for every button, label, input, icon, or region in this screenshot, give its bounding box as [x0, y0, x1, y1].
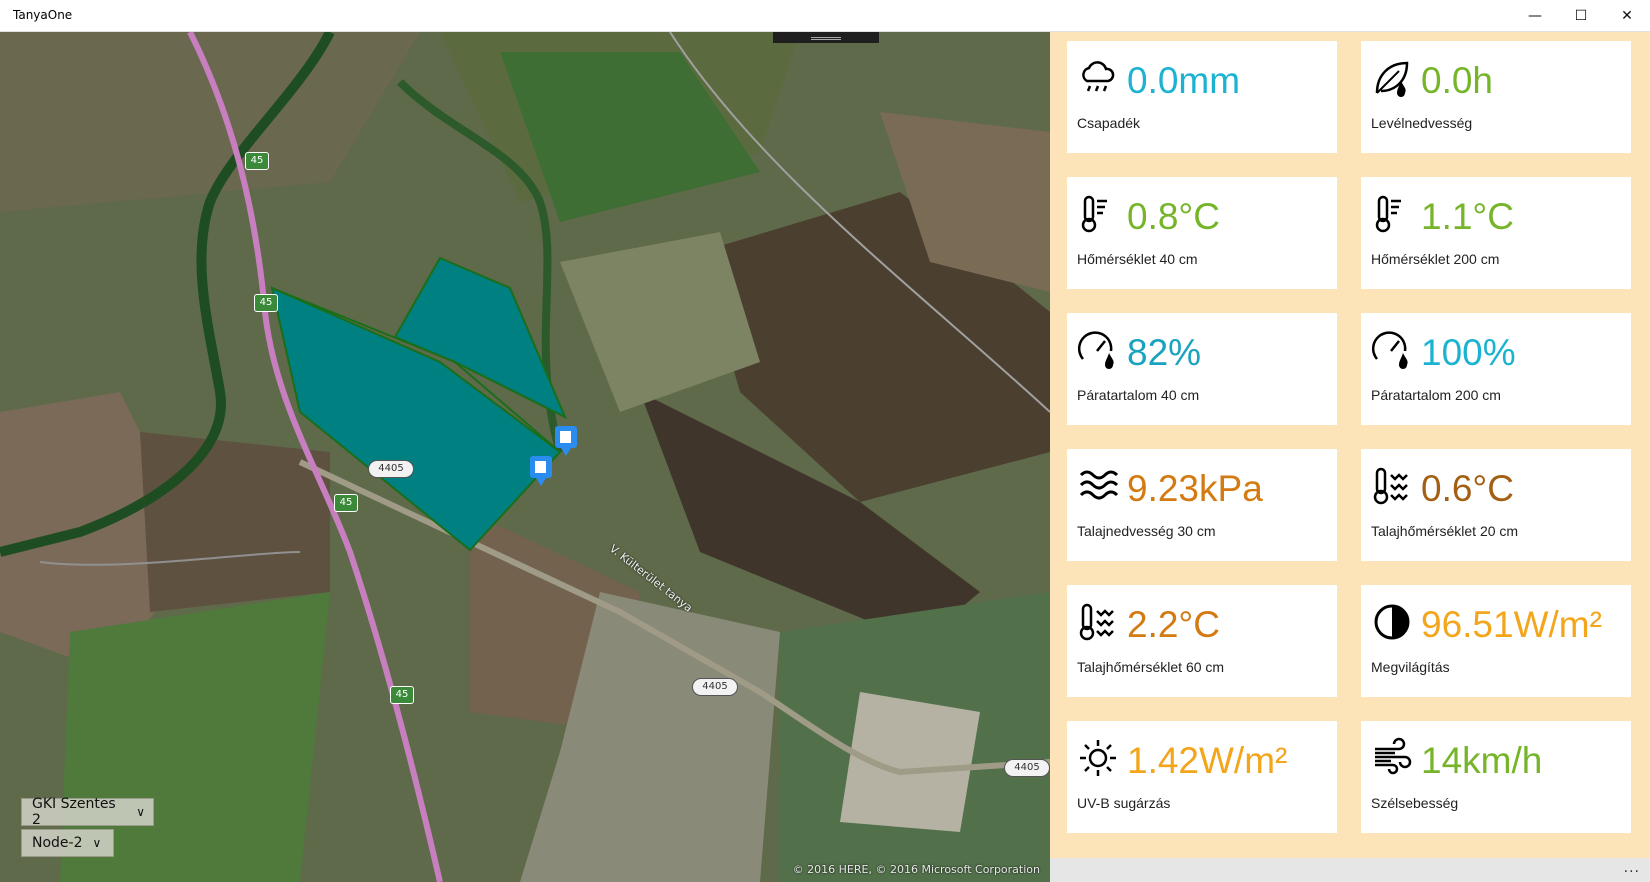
humidity-gauge-icon	[1077, 329, 1119, 371]
maximize-icon: ☐	[1574, 7, 1588, 24]
sensor-label: Megvilágítás	[1371, 659, 1450, 675]
sensor-tile[interactable]: 0.0h Levélnedvesség	[1361, 41, 1631, 153]
road-shield: 45	[245, 152, 269, 170]
sensor-label: UV-B sugárzás	[1077, 795, 1171, 811]
road-shield: 4405	[1004, 759, 1050, 777]
sensor-label: Talajhőmérséklet 20 cm	[1371, 523, 1519, 539]
sensor-value: 1.42W/m²	[1127, 740, 1288, 781]
sensor-value: 9.23kPa	[1127, 468, 1263, 509]
sensor-value: 0.6°C	[1421, 468, 1514, 509]
sensor-tile[interactable]: 96.51W/m² Megvilágítás	[1361, 585, 1631, 697]
sensor-tile[interactable]: 0.0mm Csapadék	[1067, 41, 1337, 153]
maximize-button[interactable]: ☐	[1558, 0, 1604, 31]
sensor-value: 82%	[1127, 332, 1202, 373]
chevron-down-icon: ∨	[92, 836, 102, 850]
title-bar: TanyaOne — ☐ ✕	[0, 0, 1650, 32]
wind-icon	[1371, 737, 1413, 779]
node-dropdown-value: Node-2	[32, 835, 83, 851]
light-icon	[1371, 601, 1413, 643]
field-patch	[840, 692, 980, 832]
sensor-value: 1.1°C	[1421, 196, 1514, 237]
sensor-value: 100%	[1421, 332, 1516, 373]
sensor-tile[interactable]: 82% Páratartalom 40 cm	[1067, 313, 1337, 425]
minimize-button[interactable]: —	[1512, 0, 1558, 31]
minimize-icon: —	[1528, 7, 1542, 24]
panel-grip-handle[interactable]	[773, 32, 879, 43]
sensor-label: Páratartalom 200 cm	[1371, 387, 1501, 403]
sensor-label: Csapadék	[1077, 115, 1141, 131]
more-button[interactable]: ...	[1624, 860, 1640, 876]
thermometer-icon	[1371, 193, 1413, 235]
sensor-value: 0.0h	[1421, 60, 1494, 101]
map-canvas[interactable]	[0, 32, 1050, 882]
field-dropdown[interactable]: GKI Szentes 2 ∨	[21, 796, 154, 828]
road-shield: 45	[254, 294, 278, 312]
soil-thermometer-icon	[1077, 601, 1119, 643]
sensor-tile[interactable]: 100% Páratartalom 200 cm	[1361, 313, 1631, 425]
field-patch	[140, 432, 330, 612]
sensor-label: Szélsebesség	[1371, 795, 1459, 811]
soil-moisture-icon	[1077, 465, 1119, 507]
sensor-label: Hőmérséklet 200 cm	[1371, 251, 1500, 267]
sensor-value: 2.2°C	[1127, 604, 1220, 645]
sensor-value: 0.8°C	[1127, 196, 1220, 237]
chevron-down-icon: ∨	[136, 805, 145, 819]
road-shield: 45	[390, 686, 414, 704]
field-dropdown-value: GKI Szentes 2	[32, 796, 116, 828]
close-icon: ✕	[1621, 7, 1633, 24]
road-shield: 4405	[692, 678, 738, 696]
sensor-label: Talajnedvesség 30 cm	[1077, 523, 1216, 539]
sensor-tile[interactable]: 9.23kPa Talajnedvesség 30 cm	[1067, 449, 1337, 561]
close-button[interactable]: ✕	[1604, 0, 1650, 31]
map-copyright: © 2016 HERE, © 2016 Microsoft Corporatio…	[792, 863, 1040, 876]
road-shield: 4405	[368, 460, 414, 478]
bottom-app-bar: ...	[1050, 858, 1650, 882]
satellite-map[interactable]: 45 45 45 45 4405 4405 4405 V. Külterület…	[0, 32, 1050, 882]
sensor-label: Levélnedvesség	[1371, 115, 1473, 131]
sensor-tile[interactable]: 1.42W/m² UV-B sugárzás	[1067, 721, 1337, 833]
sensor-tile[interactable]: 14km/h Szélsebesség	[1361, 721, 1631, 833]
sun-icon	[1077, 737, 1119, 779]
rain-cloud-icon	[1077, 57, 1119, 99]
sensor-label: Páratartalom 40 cm	[1077, 387, 1200, 403]
sensor-tile[interactable]: 0.8°C Hőmérséklet 40 cm	[1067, 177, 1337, 289]
sensor-value: 96.51W/m²	[1421, 604, 1602, 645]
thermometer-icon	[1077, 193, 1119, 235]
sensor-tile[interactable]: 1.1°C Hőmérséklet 200 cm	[1361, 177, 1631, 289]
app-title: TanyaOne	[13, 8, 73, 22]
road-shield: 45	[334, 494, 358, 512]
sensor-tile[interactable]: 2.2°C Talajhőmérséklet 60 cm	[1067, 585, 1337, 697]
leaf-wetness-icon	[1371, 57, 1413, 99]
sensor-value: 0.0mm	[1127, 60, 1241, 101]
sensor-label: Hőmérséklet 40 cm	[1077, 251, 1198, 267]
sensor-panel: 0.0mm Csapadék 0.0h Levélnedvesség 0.8°C Hőmé…	[1050, 32, 1650, 858]
sensor-tile[interactable]: 0.6°C Talajhőmérséklet 20 cm	[1361, 449, 1631, 561]
sensor-label: Talajhőmérséklet 60 cm	[1077, 659, 1225, 675]
soil-thermometer-icon	[1371, 465, 1413, 507]
humidity-gauge-icon	[1371, 329, 1413, 371]
node-dropdown[interactable]: Node-2 ∨	[21, 829, 114, 857]
sensor-value: 14km/h	[1421, 740, 1543, 781]
